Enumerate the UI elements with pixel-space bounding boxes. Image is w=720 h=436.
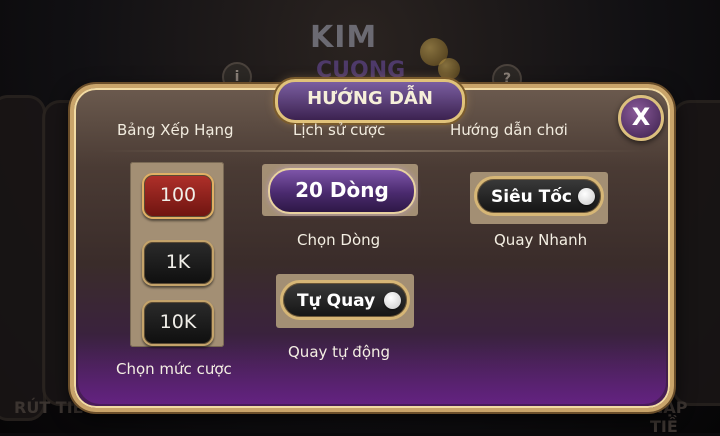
auto-spin-toggle-label: Tự Quay	[297, 291, 376, 311]
bet-option-100[interactable]: 100	[142, 173, 214, 219]
tabs-divider	[100, 150, 645, 152]
tab-bet-history[interactable]: Lịch sử cược	[293, 121, 385, 139]
auto-spin-toggle-knob	[384, 292, 401, 309]
turbo-toggle[interactable]: Siêu Tốc	[474, 176, 604, 216]
background-left-panel	[0, 95, 46, 421]
bet-caption: Chọn mức cược	[116, 360, 232, 378]
background-withdraw-label: RÚT TIỀ	[14, 398, 84, 417]
background-right-panel	[672, 100, 720, 406]
auto-spin-toggle[interactable]: Tự Quay	[280, 280, 410, 320]
dialog-title: HƯỚNG DẪN	[275, 79, 465, 123]
tab-how-to-play[interactable]: Hướng dẫn chơi	[450, 121, 568, 139]
tab-leaderboard[interactable]: Bảng Xếp Hạng	[117, 121, 234, 139]
close-button[interactable]: X	[618, 95, 664, 141]
bet-option-10k[interactable]: 10K	[142, 300, 214, 346]
turbo-toggle-label: Siêu Tốc	[491, 187, 572, 207]
lines-selector-button[interactable]: 20 Dòng	[268, 168, 416, 214]
turbo-caption: Quay Nhanh	[494, 231, 588, 249]
bet-option-1k[interactable]: 1K	[142, 240, 214, 286]
background-coin-icon	[438, 58, 460, 80]
auto-spin-caption: Quay tự động	[288, 343, 391, 361]
lines-caption: Chọn Dòng	[297, 231, 381, 249]
turbo-toggle-knob	[578, 188, 595, 205]
background-game-logo: KIM	[310, 20, 378, 55]
